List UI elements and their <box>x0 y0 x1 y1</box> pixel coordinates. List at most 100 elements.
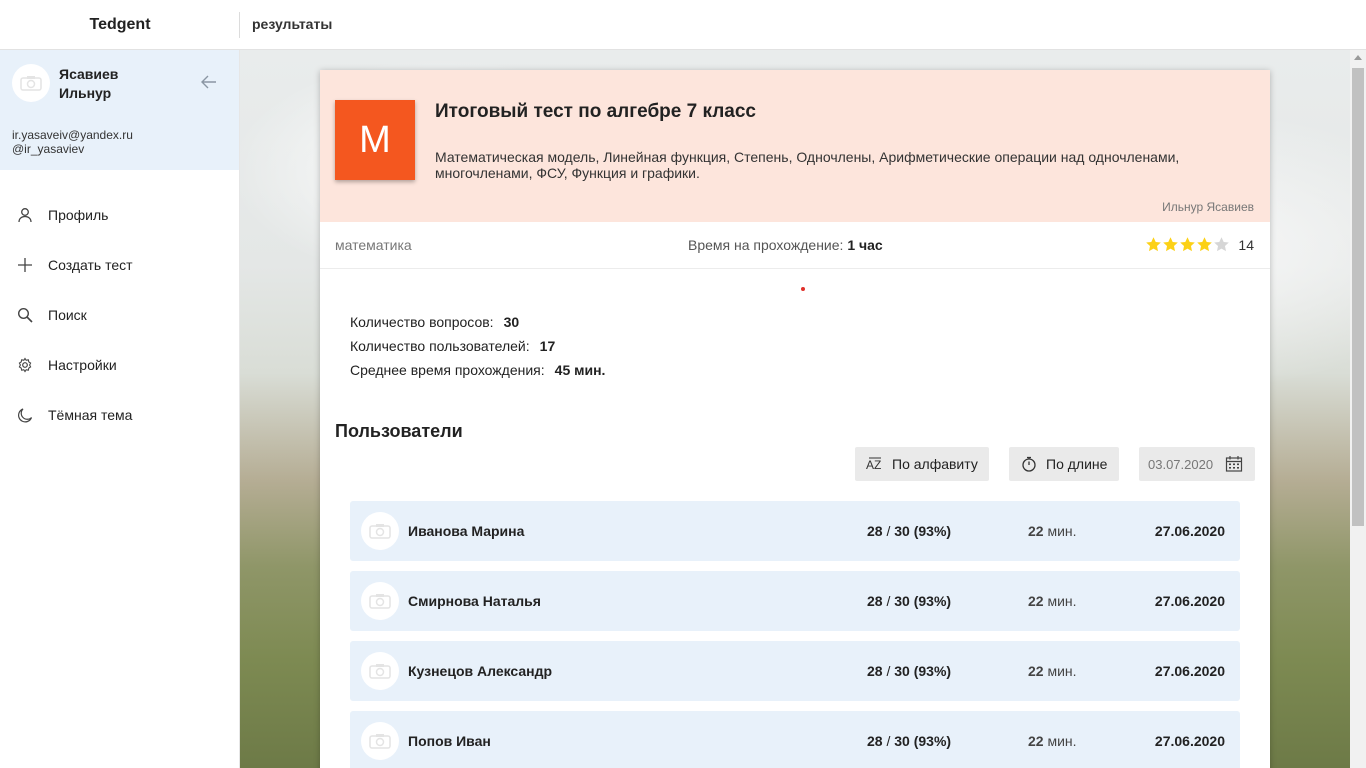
score-correct: 28 <box>867 593 883 609</box>
sidebar-item-settings[interactable]: Настройки <box>0 340 239 390</box>
time-value: 22 <box>1028 593 1044 609</box>
avatar[interactable] <box>12 64 50 102</box>
user-time: 22 мин. <box>1028 523 1077 539</box>
test-author[interactable]: Ильнур Ясавиев <box>1162 200 1254 214</box>
top-bar: Tedgent результаты <box>0 0 1366 50</box>
sidebar-item-label: Профиль <box>48 207 109 223</box>
date-filter-value: 03.07.2020 <box>1148 457 1214 472</box>
avatar <box>361 722 399 760</box>
score-total: 30 <box>894 733 910 749</box>
time-value: 22 <box>1028 663 1044 679</box>
rating-stars[interactable] <box>1145 236 1230 253</box>
user-name: Ясавиев Ильнур <box>59 66 119 101</box>
time-limit-label: Время на прохождение: <box>688 237 844 253</box>
gear-icon <box>16 356 34 374</box>
test-header: M Итоговый тест по алгебре 7 класс Матем… <box>320 70 1270 222</box>
date-filter-input[interactable]: 03.07.2020 <box>1139 447 1255 481</box>
collapse-sidebar-button[interactable] <box>196 70 222 94</box>
test-description: Математическая модель, Линейная функция,… <box>435 149 1180 181</box>
test-subject[interactable]: математика <box>335 237 412 253</box>
sort-length-label: По длине <box>1046 456 1108 472</box>
sort-alphabet-label: По алфавиту <box>892 456 978 472</box>
time-unit: мин. <box>1047 523 1077 539</box>
user-score: 28 / 30 (93%) <box>867 663 951 679</box>
rating-count: 14 <box>1238 236 1254 253</box>
test-results-card: M Итоговый тест по алгебре 7 класс Матем… <box>320 70 1270 768</box>
camera-icon <box>369 594 391 609</box>
user-name: Кузнецов Александр <box>408 663 553 679</box>
stat-questions: Количество вопросов: 30 <box>350 310 605 334</box>
test-info-row: математика Время на прохождение: 1 час 1… <box>320 222 1270 269</box>
user-row[interactable]: Кузнецов Александр 28 / 30 (93%) 22 мин. 27… <box>350 641 1240 701</box>
avatar <box>361 652 399 690</box>
sidebar: Ясавиев Ильнур ir.yasaveiv@yandex.ru @ir… <box>0 50 240 768</box>
camera-icon <box>369 664 391 679</box>
plus-icon <box>16 256 34 274</box>
user-time: 22 мин. <box>1028 663 1077 679</box>
score-total: 30 <box>894 523 910 539</box>
time-unit: мин. <box>1047 593 1077 609</box>
score-separator: / <box>882 593 895 609</box>
score-percent: (93%) <box>913 733 952 749</box>
user-score: 28 / 30 (93%) <box>867 733 951 749</box>
scroll-up-arrow[interactable] <box>1354 55 1362 60</box>
sort-alphabet-button[interactable]: AZ По алфавиту <box>855 447 989 481</box>
camera-icon <box>369 734 391 749</box>
sidebar-item-label: Тёмная тема <box>48 407 133 423</box>
star-empty-icon[interactable] <box>1213 236 1230 253</box>
user-date: 27.06.2020 <box>1154 523 1225 539</box>
sidebar-item-label: Создать тест <box>48 257 133 273</box>
user-list: Иванова Марина 28 / 30 (93%) 22 мин. 27.06.… <box>350 501 1240 768</box>
user-email: ir.yasaveiv@yandex.ru <box>12 128 133 142</box>
star-filled-icon[interactable] <box>1196 236 1213 253</box>
user-card: Ясавиев Ильнур ir.yasaveiv@yandex.ru @ir… <box>0 50 239 170</box>
top-divider <box>239 12 240 38</box>
test-stats: Количество вопросов: 30 Количество польз… <box>350 310 605 382</box>
stat-value: 30 <box>503 314 520 330</box>
score-correct: 28 <box>867 663 883 679</box>
user-date: 27.06.2020 <box>1154 733 1225 749</box>
star-filled-icon[interactable] <box>1162 236 1179 253</box>
svg-text:Z: Z <box>874 458 881 471</box>
stat-value: 17 <box>539 338 556 354</box>
user-name: Иванова Марина <box>408 523 525 539</box>
user-row[interactable]: Попов Иван 28 / 30 (93%) 22 мин. 27.06.2020 <box>350 711 1240 768</box>
page-title: результаты <box>252 16 333 32</box>
users-heading: Пользователи <box>335 421 463 441</box>
sidebar-item-search[interactable]: Поиск <box>0 290 239 340</box>
user-row[interactable]: Иванова Марина 28 / 30 (93%) 22 мин. 27.06.… <box>350 501 1240 561</box>
score-total: 30 <box>894 663 910 679</box>
stat-value: 45 мин. <box>554 362 606 378</box>
user-row[interactable]: Смирнова Наталья 28 / 30 (93%) 22 мин. 27.0… <box>350 571 1240 631</box>
sidebar-item-create-test[interactable]: Создать тест <box>0 240 239 290</box>
sidebar-menu: Профиль Создать тест Поиск Настройки Тём… <box>0 190 239 440</box>
user-date: 27.06.2020 <box>1154 663 1225 679</box>
user-time: 22 мин. <box>1028 593 1077 609</box>
stat-label: Среднее время прохождения: <box>350 362 545 378</box>
calendar-icon[interactable] <box>1225 455 1243 473</box>
test-logo: M <box>335 100 415 180</box>
sidebar-item-label: Настройки <box>48 357 117 373</box>
score-separator: / <box>882 733 895 749</box>
camera-icon <box>369 524 391 539</box>
moon-icon <box>16 406 34 424</box>
user-time: 22 мин. <box>1028 733 1077 749</box>
score-separator: / <box>882 663 895 679</box>
star-filled-icon[interactable] <box>1179 236 1196 253</box>
sidebar-item-profile[interactable]: Профиль <box>0 190 239 240</box>
page-scrollbar[interactable] <box>1350 50 1366 768</box>
score-percent: (93%) <box>913 593 952 609</box>
sidebar-item-dark-theme[interactable]: Тёмная тема <box>0 390 239 440</box>
stopwatch-icon <box>1020 455 1038 473</box>
time-value: 22 <box>1028 523 1044 539</box>
score-percent: (93%) <box>913 523 952 539</box>
camera-icon <box>20 76 42 91</box>
svg-text:A: A <box>866 458 874 471</box>
sort-length-button[interactable]: По длине <box>1009 447 1119 481</box>
app-logo[interactable]: Tedgent <box>0 0 240 49</box>
user-date: 27.06.2020 <box>1154 593 1225 609</box>
time-unit: мин. <box>1047 733 1077 749</box>
scroll-thumb[interactable] <box>1352 68 1364 526</box>
avatar <box>361 582 399 620</box>
star-filled-icon[interactable] <box>1145 236 1162 253</box>
